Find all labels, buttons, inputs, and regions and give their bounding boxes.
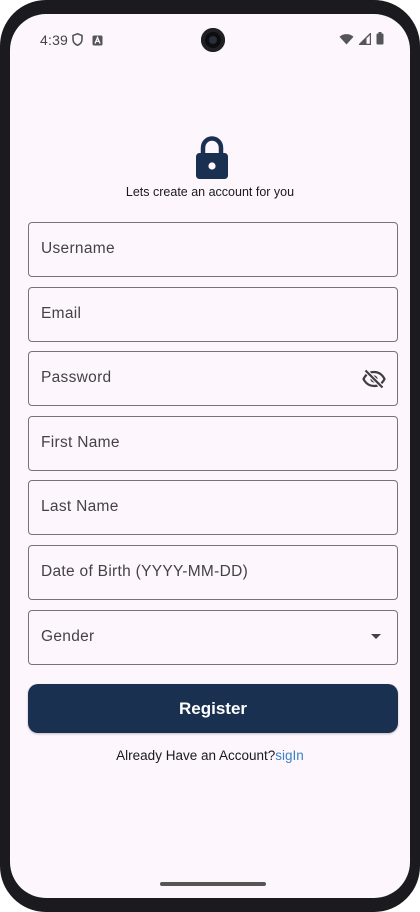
status-right-icons: [339, 31, 384, 50]
gender-dropdown[interactable]: Gender: [28, 610, 398, 665]
visibility-off-icon[interactable]: [362, 367, 386, 391]
subtitle: Lets create an account for you: [125, 185, 295, 199]
battery-icon: [376, 32, 384, 50]
front-camera: [201, 28, 225, 52]
password-label: Password: [41, 369, 112, 386]
status-time: 4:39: [40, 32, 69, 48]
device-frame: 4:39 Lets create an account for you User…: [0, 0, 420, 912]
register-button[interactable]: Register: [28, 684, 398, 733]
last-name-label: Last Name: [41, 498, 119, 515]
home-indicator: [160, 882, 266, 886]
status-bar: 4:39: [10, 14, 410, 64]
arrow-drop-down-icon[interactable]: [371, 634, 381, 639]
gender-label: Gender: [41, 628, 95, 645]
first-name-field[interactable]: First Name: [28, 416, 398, 471]
signin-link[interactable]: sigIn: [275, 748, 304, 763]
lock-icon: [194, 136, 230, 180]
last-name-field[interactable]: Last Name: [28, 480, 398, 535]
dob-field[interactable]: Date of Birth (YYYY-MM-DD): [28, 545, 398, 600]
username-label: Username: [41, 240, 115, 257]
shield-icon: [72, 32, 83, 51]
password-field[interactable]: Password: [28, 351, 398, 406]
signin-row: Already Have an Account?sigIn: [10, 748, 410, 763]
wifi-icon: [339, 32, 354, 50]
status-left-icons: [72, 32, 103, 51]
dob-label: Date of Birth (YYYY-MM-DD): [41, 563, 249, 580]
screen: 4:39 Lets create an account for you User…: [10, 14, 410, 898]
email-field[interactable]: Email: [28, 287, 398, 342]
signal-icon: [357, 31, 372, 50]
a-badge-icon: [92, 33, 103, 51]
signin-prompt: Already Have an Account?: [116, 748, 276, 763]
username-field[interactable]: Username: [28, 222, 398, 277]
email-label: Email: [41, 305, 82, 322]
first-name-label: First Name: [41, 434, 120, 451]
